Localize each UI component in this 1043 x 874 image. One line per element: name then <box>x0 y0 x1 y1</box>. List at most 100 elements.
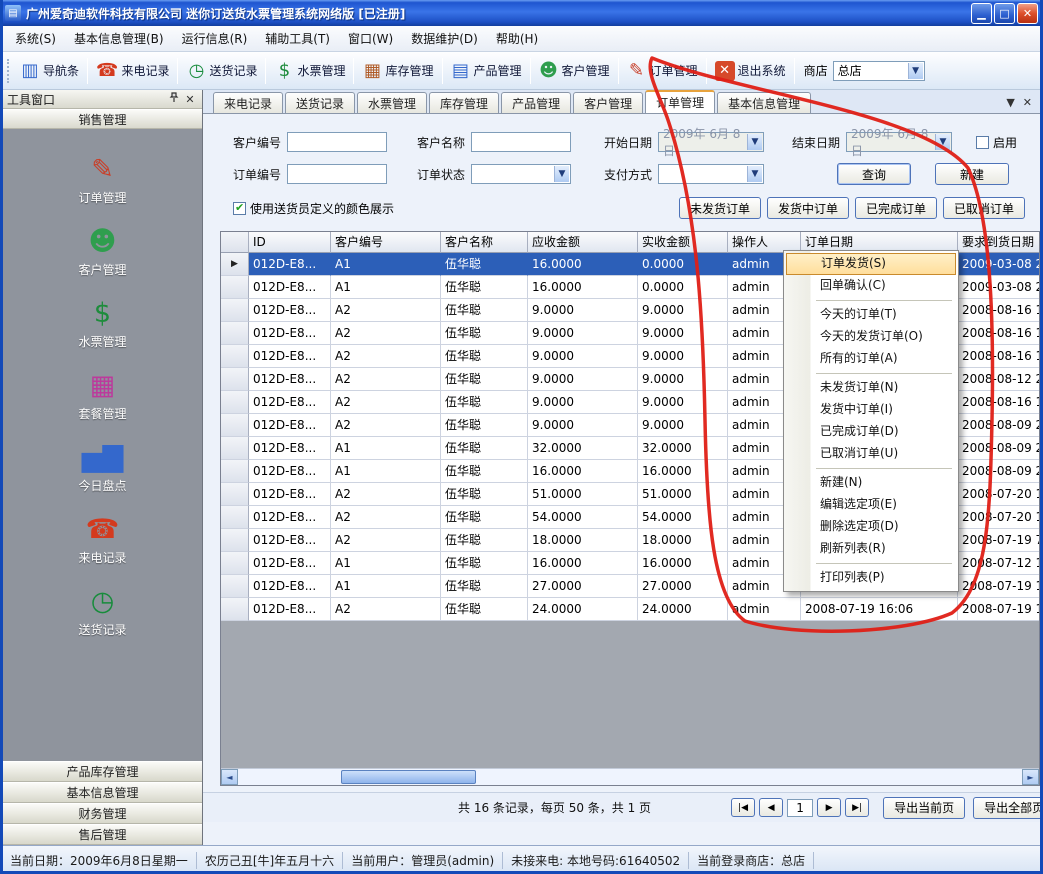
tab-2[interactable]: 水票管理 <box>357 92 427 113</box>
context-menu-item-17[interactable]: 打印列表(P) <box>786 567 956 589</box>
first-page-button[interactable]: |◀ <box>731 798 755 817</box>
start-date-picker[interactable]: 2009年 6月 8日 ▼ <box>658 132 764 152</box>
tab-3[interactable]: 库存管理 <box>429 92 499 113</box>
tab-4[interactable]: 产品管理 <box>501 92 571 113</box>
context-menu-item-4[interactable]: 今天的发货订单(O) <box>786 326 956 348</box>
tab-7[interactable]: 基本信息管理 <box>717 92 811 113</box>
column-header-0[interactable]: ID <box>249 232 331 253</box>
next-page-button[interactable]: ▶ <box>817 798 841 817</box>
sidebar-section-1[interactable]: 基本信息管理 <box>3 782 202 803</box>
row-selector[interactable] <box>221 299 249 322</box>
last-page-button[interactable]: ▶| <box>845 798 869 817</box>
sidebar-item-5[interactable]: ☎来电记录 <box>3 503 202 575</box>
tab-close-icon[interactable]: ✕ <box>1023 96 1032 109</box>
row-selector[interactable] <box>221 437 249 460</box>
scroll-left-icon[interactable]: ◄ <box>221 769 238 785</box>
context-menu-item-12[interactable]: 新建(N) <box>786 472 956 494</box>
toolbar-button-1[interactable]: ☎来电记录 <box>91 59 174 83</box>
row-selector[interactable]: ▶ <box>221 253 249 276</box>
customer-name-input[interactable] <box>471 132 571 152</box>
query-button[interactable]: 查询 <box>837 163 911 185</box>
menu-item-4[interactable]: 窗口(W) <box>339 27 402 50</box>
scrollbar-thumb[interactable] <box>341 770 476 784</box>
new-button[interactable]: 新建 <box>935 163 1009 185</box>
row-selector[interactable] <box>221 552 249 575</box>
context-menu-item-3[interactable]: 今天的订单(T) <box>786 304 956 326</box>
toolbar-button-6[interactable]: ☻客户管理 <box>534 59 615 83</box>
context-menu-item-10[interactable]: 已取消订单(U) <box>786 443 956 465</box>
context-menu-item-13[interactable]: 编辑选定项(E) <box>786 494 956 516</box>
sidebar-section-0[interactable]: 产品库存管理 <box>3 761 202 782</box>
scroll-right-icon[interactable]: ► <box>1022 769 1039 785</box>
context-menu-item-0[interactable]: 订单发货(S) <box>786 253 956 275</box>
status-filter-button-2[interactable]: 已完成订单 <box>855 197 937 219</box>
column-header-1[interactable]: 客户编号 <box>331 232 441 253</box>
toolbar-button-7[interactable]: ✎订单管理 <box>622 59 703 83</box>
chevron-down-icon[interactable]: ▼ <box>554 166 569 182</box>
menu-item-1[interactable]: 基本信息管理(B) <box>65 27 173 50</box>
status-filter-button-0[interactable]: 未发货订单 <box>679 197 761 219</box>
tab-1[interactable]: 送货记录 <box>285 92 355 113</box>
row-selector[interactable] <box>221 276 249 299</box>
context-menu-item-1[interactable]: 回单确认(C) <box>786 275 956 297</box>
sidebar-item-3[interactable]: ▦套餐管理 <box>3 359 202 431</box>
status-filter-button-1[interactable]: 发货中订单 <box>767 197 849 219</box>
checkbox-checked-icon[interactable] <box>233 202 246 215</box>
prev-page-button[interactable]: ◀ <box>759 798 783 817</box>
column-header-2[interactable]: 客户名称 <box>441 232 528 253</box>
row-selector[interactable] <box>221 391 249 414</box>
row-selector[interactable] <box>221 322 249 345</box>
toolbar-button-0[interactable]: ▥导航条 <box>15 59 84 83</box>
sidebar-section-2[interactable]: 财务管理 <box>3 803 202 824</box>
sidebar-item-6[interactable]: ◷送货记录 <box>3 575 202 647</box>
column-header-7[interactable]: 要求到货日期 <box>958 232 1040 253</box>
context-menu-item-14[interactable]: 删除选定项(D) <box>786 516 956 538</box>
tab-scroll-down-icon[interactable]: ▼ <box>1006 96 1014 109</box>
chevron-down-icon[interactable]: ▼ <box>747 166 762 182</box>
status-filter-button-3[interactable]: 已取消订单 <box>943 197 1025 219</box>
sidebar-close-icon[interactable]: ✕ <box>182 93 198 106</box>
tab-6[interactable]: 订单管理 <box>645 90 715 113</box>
maximize-button[interactable]: □ <box>994 3 1015 24</box>
pay-method-select[interactable]: ▼ <box>658 164 764 184</box>
minimize-button[interactable]: ▁ <box>971 3 992 24</box>
tab-0[interactable]: 来电记录 <box>213 92 283 113</box>
sidebar-item-0[interactable]: ✎订单管理 <box>3 143 202 215</box>
row-selector[interactable] <box>221 414 249 437</box>
page-number-input[interactable] <box>787 799 813 817</box>
row-selector[interactable] <box>221 345 249 368</box>
context-menu-item-9[interactable]: 已完成订单(D) <box>786 421 956 443</box>
row-selector[interactable] <box>221 460 249 483</box>
context-menu-item-8[interactable]: 发货中订单(I) <box>786 399 956 421</box>
sidebar-item-4[interactable]: ▅▇今日盘点 <box>3 431 202 503</box>
row-selector[interactable] <box>221 368 249 391</box>
toolbar-button-4[interactable]: ▦库存管理 <box>357 59 438 83</box>
column-header-4[interactable]: 实收金额 <box>638 232 728 253</box>
sidebar-item-1[interactable]: ☻客户管理 <box>3 215 202 287</box>
toolbar-button-2[interactable]: ◷送货记录 <box>181 59 262 83</box>
checkbox-icon[interactable] <box>976 136 989 149</box>
row-selector[interactable] <box>221 483 249 506</box>
export-all-pages-button[interactable]: 导出全部页 <box>973 797 1043 819</box>
context-menu-item-15[interactable]: 刷新列表(R) <box>786 538 956 560</box>
menu-item-3[interactable]: 辅助工具(T) <box>256 27 339 50</box>
column-header-3[interactable]: 应收金额 <box>528 232 638 253</box>
menu-item-6[interactable]: 帮助(H) <box>487 27 547 50</box>
store-select[interactable]: 总店 ▼ <box>833 61 925 81</box>
pin-icon[interactable] <box>166 92 182 106</box>
menu-item-0[interactable]: 系统(S) <box>6 27 65 50</box>
context-menu-item-7[interactable]: 未发货订单(N) <box>786 377 956 399</box>
horizontal-scrollbar[interactable]: ◄ ► <box>221 768 1039 785</box>
sidebar-item-2[interactable]: $水票管理 <box>3 287 202 359</box>
order-status-select[interactable]: ▼ <box>471 164 571 184</box>
export-current-page-button[interactable]: 导出当前页 <box>883 797 965 819</box>
order-no-input[interactable] <box>287 164 387 184</box>
context-menu-item-5[interactable]: 所有的订单(A) <box>786 348 956 370</box>
tab-5[interactable]: 客户管理 <box>573 92 643 113</box>
toolbar-button-5[interactable]: ▤产品管理 <box>446 59 527 83</box>
sidebar-section-sales[interactable]: 销售管理 <box>3 109 202 129</box>
color-display-checkbox[interactable]: 使用送货员定义的颜色展示 <box>233 200 394 217</box>
menu-item-5[interactable]: 数据维护(D) <box>402 27 487 50</box>
chevron-down-icon[interactable]: ▼ <box>747 134 762 150</box>
chevron-down-icon[interactable]: ▼ <box>908 63 923 79</box>
